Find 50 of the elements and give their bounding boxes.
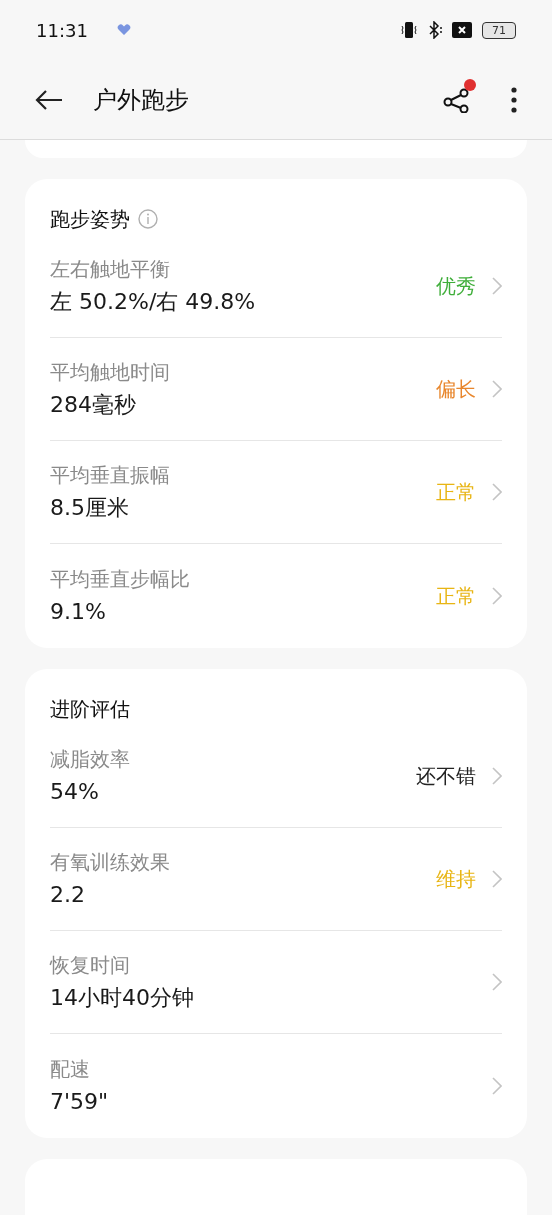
page-title: 户外跑步 [93, 84, 189, 116]
section-title: 进阶评估 [50, 696, 130, 723]
heart-icon [116, 24, 131, 36]
metric-value: 2.2 [50, 881, 86, 909]
share-icon[interactable] [443, 86, 471, 113]
chevron-right-icon [492, 586, 502, 605]
metric-value: 7'59" [50, 1087, 110, 1116]
bluetooth-icon [428, 21, 444, 39]
metric-label: 恢复时间 [50, 952, 131, 979]
chevron-right-icon [492, 870, 502, 888]
metric-value: 14小时40分钟 [50, 984, 195, 1012]
metric-value: 9.1% [50, 597, 107, 626]
metric-label: 减脂效率 [50, 746, 131, 773]
chevron-right-icon [492, 767, 502, 785]
metric-label: 有氧训练效果 [50, 849, 171, 876]
chevron-right-icon [492, 380, 502, 398]
metric-label: 平均触地时间 [50, 359, 171, 386]
metric-value: 8.5厘米 [50, 494, 130, 522]
vibrate-icon [400, 21, 418, 39]
metric-label: 左右触地平衡 [50, 256, 171, 283]
metric-value: 284毫秒 [50, 391, 137, 419]
more-icon[interactable] [511, 86, 517, 113]
chevron-right-icon [492, 483, 502, 501]
rating-text: 正常 [436, 479, 476, 506]
metric-value: 54% [50, 778, 100, 806]
metric-row[interactable]: 恢复时间 14小时40分钟 [50, 931, 502, 1034]
status-time: 11:31 [36, 18, 88, 43]
chevron-right-icon [492, 1076, 502, 1095]
metric-row[interactable]: 平均触地时间 284毫秒 偏长 [50, 338, 502, 441]
metric-row[interactable]: 平均垂直振幅 8.5厘米 正常 [50, 441, 502, 544]
rating-text: 还不错 [416, 763, 476, 790]
metric-row[interactable]: 平均垂直步幅比 9.1% 正常 [50, 544, 502, 647]
chevron-right-icon [492, 277, 502, 295]
rating-text: 优秀 [436, 273, 476, 300]
section-title: 跑步姿势 [50, 206, 130, 233]
back-arrow-icon[interactable] [35, 88, 63, 111]
metric-label: 平均垂直振幅 [50, 462, 171, 489]
metric-row[interactable]: 减脂效率 54% 还不错 [50, 725, 502, 828]
rating-text: 偏长 [436, 376, 476, 403]
metric-row[interactable]: 有氧训练效果 2.2 维持 [50, 828, 502, 931]
metric-row[interactable]: 左右触地平衡 左 50.2%/右 49.8% 优秀 [50, 235, 502, 338]
rating-text: 正常 [436, 582, 476, 610]
metric-value: 左 50.2%/右 49.8% [50, 288, 257, 316]
no-sim-icon [452, 22, 472, 38]
metric-row[interactable]: 配速 7'59" [50, 1034, 502, 1137]
metric-label: 配速 [50, 1055, 91, 1083]
rating-text: 维持 [436, 866, 476, 893]
battery-indicator: 71 [482, 21, 516, 39]
metric-label: 平均垂直步幅比 [50, 565, 191, 593]
chevron-right-icon [492, 973, 502, 991]
